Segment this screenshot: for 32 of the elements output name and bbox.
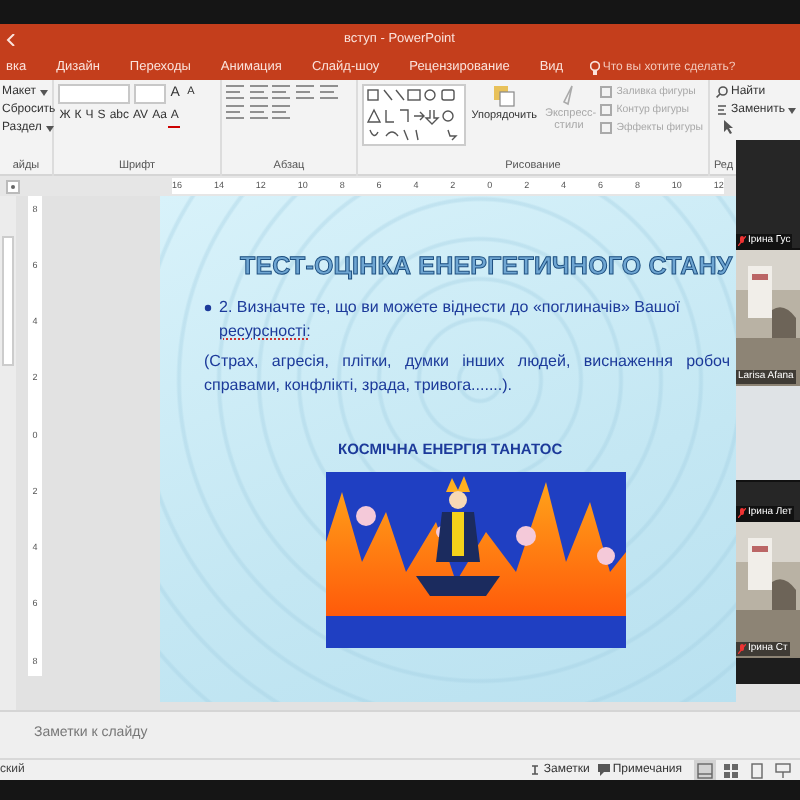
font-name-field[interactable]: [57, 83, 130, 104]
align-icon[interactable]: [225, 103, 246, 119]
normal-view-icon: [696, 761, 715, 779]
view-button[interactable]: [771, 760, 793, 780]
search-icon: [715, 86, 728, 99]
align-icon[interactable]: [272, 103, 293, 119]
scrollbar-thumb[interactable]: [2, 236, 14, 366]
lightbulb-icon: [589, 60, 600, 76]
slide-paragraph: (Страх, агресія, плітки, думки інших людей, виснаження робоч справами, конфлікті, зрада, тривога.......).: [204, 349, 730, 398]
list-icon[interactable]: [225, 83, 246, 100]
shapes-gallery[interactable]: [361, 83, 466, 146]
back-icon[interactable]: [6, 34, 16, 46]
list-icon[interactable]: [296, 83, 316, 100]
bullet-text: 2. Визначте те, що ви можете віднести до «поглиначів» Вашої ресурсності:: [219, 295, 680, 344]
notes-icon: [530, 764, 541, 776]
comment-icon: [597, 764, 610, 776]
sorter-view-icon: [722, 761, 740, 779]
view-button[interactable]: [745, 760, 768, 780]
brush-icon: [558, 83, 579, 108]
align-icon[interactable]: [249, 103, 269, 119]
list-icon[interactable]: [249, 83, 269, 100]
font-size-field[interactable]: [133, 83, 165, 104]
view-button[interactable]: [720, 760, 742, 780]
align-icon[interactable]: [319, 83, 340, 100]
ruler-toggle-icon[interactable]: [6, 179, 20, 193]
view-button[interactable]: [694, 760, 717, 780]
caret-icon: [788, 107, 797, 114]
reading-view-icon: [747, 761, 766, 779]
slide-title: ТЕСТ-ОЦІНКА ЕНЕРГЕТИЧНОГО СТАНУ: [240, 250, 735, 284]
select-icon[interactable]: [721, 119, 734, 134]
show-view-icon: [773, 761, 791, 779]
list-icon[interactable]: [272, 83, 293, 100]
